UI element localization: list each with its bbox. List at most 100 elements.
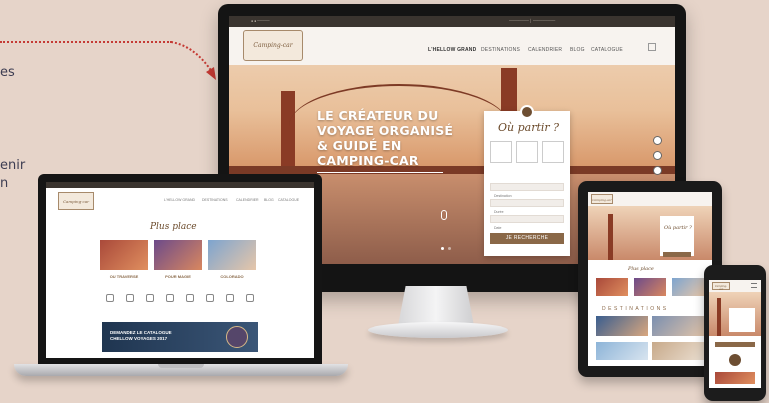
hero-line-3: & GUIDÉ EN — [317, 138, 402, 153]
feature-icon-7 — [226, 294, 234, 302]
tile-image-3[interactable] — [208, 240, 256, 270]
tablet-navbar: Camping-car — [588, 192, 712, 206]
tablet-tile-2[interactable] — [634, 278, 666, 296]
tablet-article-4[interactable] — [652, 342, 704, 360]
search-card: Où partir ? Destination Durée Date JE RE… — [484, 105, 570, 256]
nav-item-3[interactable]: CALENDRIER — [528, 47, 562, 53]
site-navbar: Camping-car L'HELLOW GRAND DESTINATIONS … — [229, 27, 675, 65]
tablet-article-1[interactable] — [596, 316, 648, 336]
top-bar-links[interactable]: ──────── │ ───────── — [509, 19, 555, 23]
hero-line-4: CAMPING-CAR — [317, 153, 419, 168]
search-title: Où partir ? — [498, 121, 560, 134]
search-button[interactable]: JE RECHERCHE — [490, 233, 564, 244]
laptop-nav-item-3[interactable]: CALENDRIER — [236, 198, 259, 202]
nav-item-1[interactable]: L'HELLOW GRAND — [428, 47, 476, 53]
destination-thumb-1[interactable] — [490, 141, 512, 163]
phone-badge-icon — [729, 354, 741, 366]
intro-text-line-2: enir — [0, 158, 26, 173]
phone-search-card — [729, 308, 755, 332]
destination-thumb-3[interactable] — [542, 141, 564, 163]
tile-label-2: POUR MAGIE — [165, 274, 191, 279]
tablet-logo[interactable]: Camping-car — [591, 194, 613, 204]
tablet-search-title: Où partir ? — [664, 225, 692, 231]
feature-icon-1 — [106, 294, 114, 302]
side-circle-button-2[interactable] — [653, 151, 662, 160]
phone-logo[interactable]: Camping-car — [712, 282, 730, 291]
feature-icon-2 — [126, 294, 134, 302]
phone-search-button[interactable] — [715, 342, 755, 347]
duration-select[interactable]: Durée — [490, 199, 564, 214]
catalogue-banner-text: DEMANDEZ LE CATALOGUE CHELLOW VOYAGES 20… — [110, 330, 172, 341]
tablet-article-2[interactable] — [652, 316, 704, 336]
catalogue-banner[interactable]: DEMANDEZ LE CATALOGUE CHELLOW VOYAGES 20… — [102, 322, 258, 352]
laptop-logo-text: Camping-car — [62, 199, 90, 204]
tablet-favorites-title: Plus place — [628, 266, 654, 272]
top-bar-info: ● ● ───── — [251, 19, 270, 23]
feature-icon-3 — [146, 294, 154, 302]
tile-image-1[interactable] — [100, 240, 148, 270]
tablet-logo-text: Camping-car — [592, 198, 612, 202]
laptop-nav-item-5[interactable]: CATALOGUE — [278, 198, 299, 202]
destination-select[interactable]: Destination — [490, 183, 564, 198]
tile-label-3: COLORADO — [220, 274, 244, 279]
tablet-hero: Où partir ? — [588, 206, 712, 260]
feature-icon-8 — [246, 294, 254, 302]
site-logo[interactable]: Camping-car — [243, 30, 303, 61]
logo-text: Camping-car — [253, 42, 293, 49]
side-circle-button-1[interactable] — [653, 136, 662, 145]
phone-screen: Camping-car — [709, 280, 761, 388]
nav-item-2[interactable]: DESTINATIONS — [481, 47, 520, 53]
date-select[interactable]: Date — [490, 215, 564, 230]
phone-logo-text: Camping-car — [714, 285, 728, 291]
tile-label-1: OU TRAVERSE — [109, 274, 139, 279]
laptop-top-bar — [46, 182, 314, 188]
carousel-dots[interactable] — [441, 237, 455, 250]
site-top-bar: ● ● ───── ──────── │ ───────── — [229, 16, 675, 27]
phone-tile[interactable] — [715, 372, 755, 384]
monitor-stand-neck — [398, 286, 474, 326]
laptop-nav-item-1[interactable]: L'HELLOW GRAND — [164, 198, 195, 202]
duration-select-label: Durée — [494, 210, 504, 214]
menu-icon[interactable] — [648, 43, 656, 51]
tile-image-2[interactable] — [154, 240, 202, 270]
side-circle-button-3[interactable] — [653, 166, 662, 175]
tablet-destinations-strip: DESTINATIONS — [602, 306, 669, 312]
phone-hero — [709, 292, 761, 336]
phone-navbar: Camping-car — [709, 280, 761, 292]
hero-title: LE CRÉATEUR DU VOYAGE ORGANISÉ & GUIDÉ E… — [317, 108, 477, 168]
intro-text-line-1: es — [0, 65, 15, 80]
feature-icon-6 — [206, 294, 214, 302]
phone-bridge-tower — [717, 298, 721, 336]
nav-item-4[interactable]: BLOG — [570, 47, 585, 53]
tablet-article-3[interactable] — [596, 342, 648, 360]
hero-underline — [317, 172, 443, 173]
favorites-title: Plus place — [150, 222, 197, 232]
tablet-tile-1[interactable] — [596, 278, 628, 296]
laptop-nav-item-4[interactable]: BLOG — [264, 198, 274, 202]
tablet-search-button[interactable] — [663, 252, 691, 257]
annotation-dotted-line — [0, 41, 172, 43]
tablet-tile-3[interactable] — [672, 278, 704, 296]
scroll-down-icon[interactable] — [441, 210, 447, 220]
catalogue-emblem-icon — [226, 326, 248, 348]
laptop-notch — [158, 364, 204, 368]
destination-select-label: Destination — [494, 194, 512, 198]
phone-menu-icon[interactable] — [751, 283, 757, 288]
date-select-label: Date — [494, 226, 502, 230]
nav-item-5[interactable]: CATALOGUE — [591, 47, 623, 53]
laptop-logo[interactable]: Camping-car — [58, 192, 94, 210]
monitor-stand-base — [368, 322, 508, 338]
feature-icon-4 — [166, 294, 174, 302]
laptop-nav-item-2[interactable]: DESTINATIONS — [202, 198, 228, 202]
intro-text-line-3: n — [0, 176, 9, 191]
tablet-screen: Camping-car Où partir ? Plus place DESTI… — [588, 192, 712, 366]
feature-icon-5 — [186, 294, 194, 302]
card-badge-icon — [520, 105, 534, 119]
destination-thumb-2[interactable] — [516, 141, 538, 163]
hero-line-2: VOYAGE ORGANISÉ — [317, 123, 454, 138]
tablet-bridge-tower — [608, 214, 613, 260]
annotation-arrow-icon — [170, 41, 216, 80]
laptop-screen: Camping-car L'HELLOW GRAND DESTINATIONS … — [46, 182, 314, 358]
hero-line-1: LE CRÉATEUR DU — [317, 108, 439, 123]
tablet-search-card: Où partir ? — [660, 216, 694, 257]
